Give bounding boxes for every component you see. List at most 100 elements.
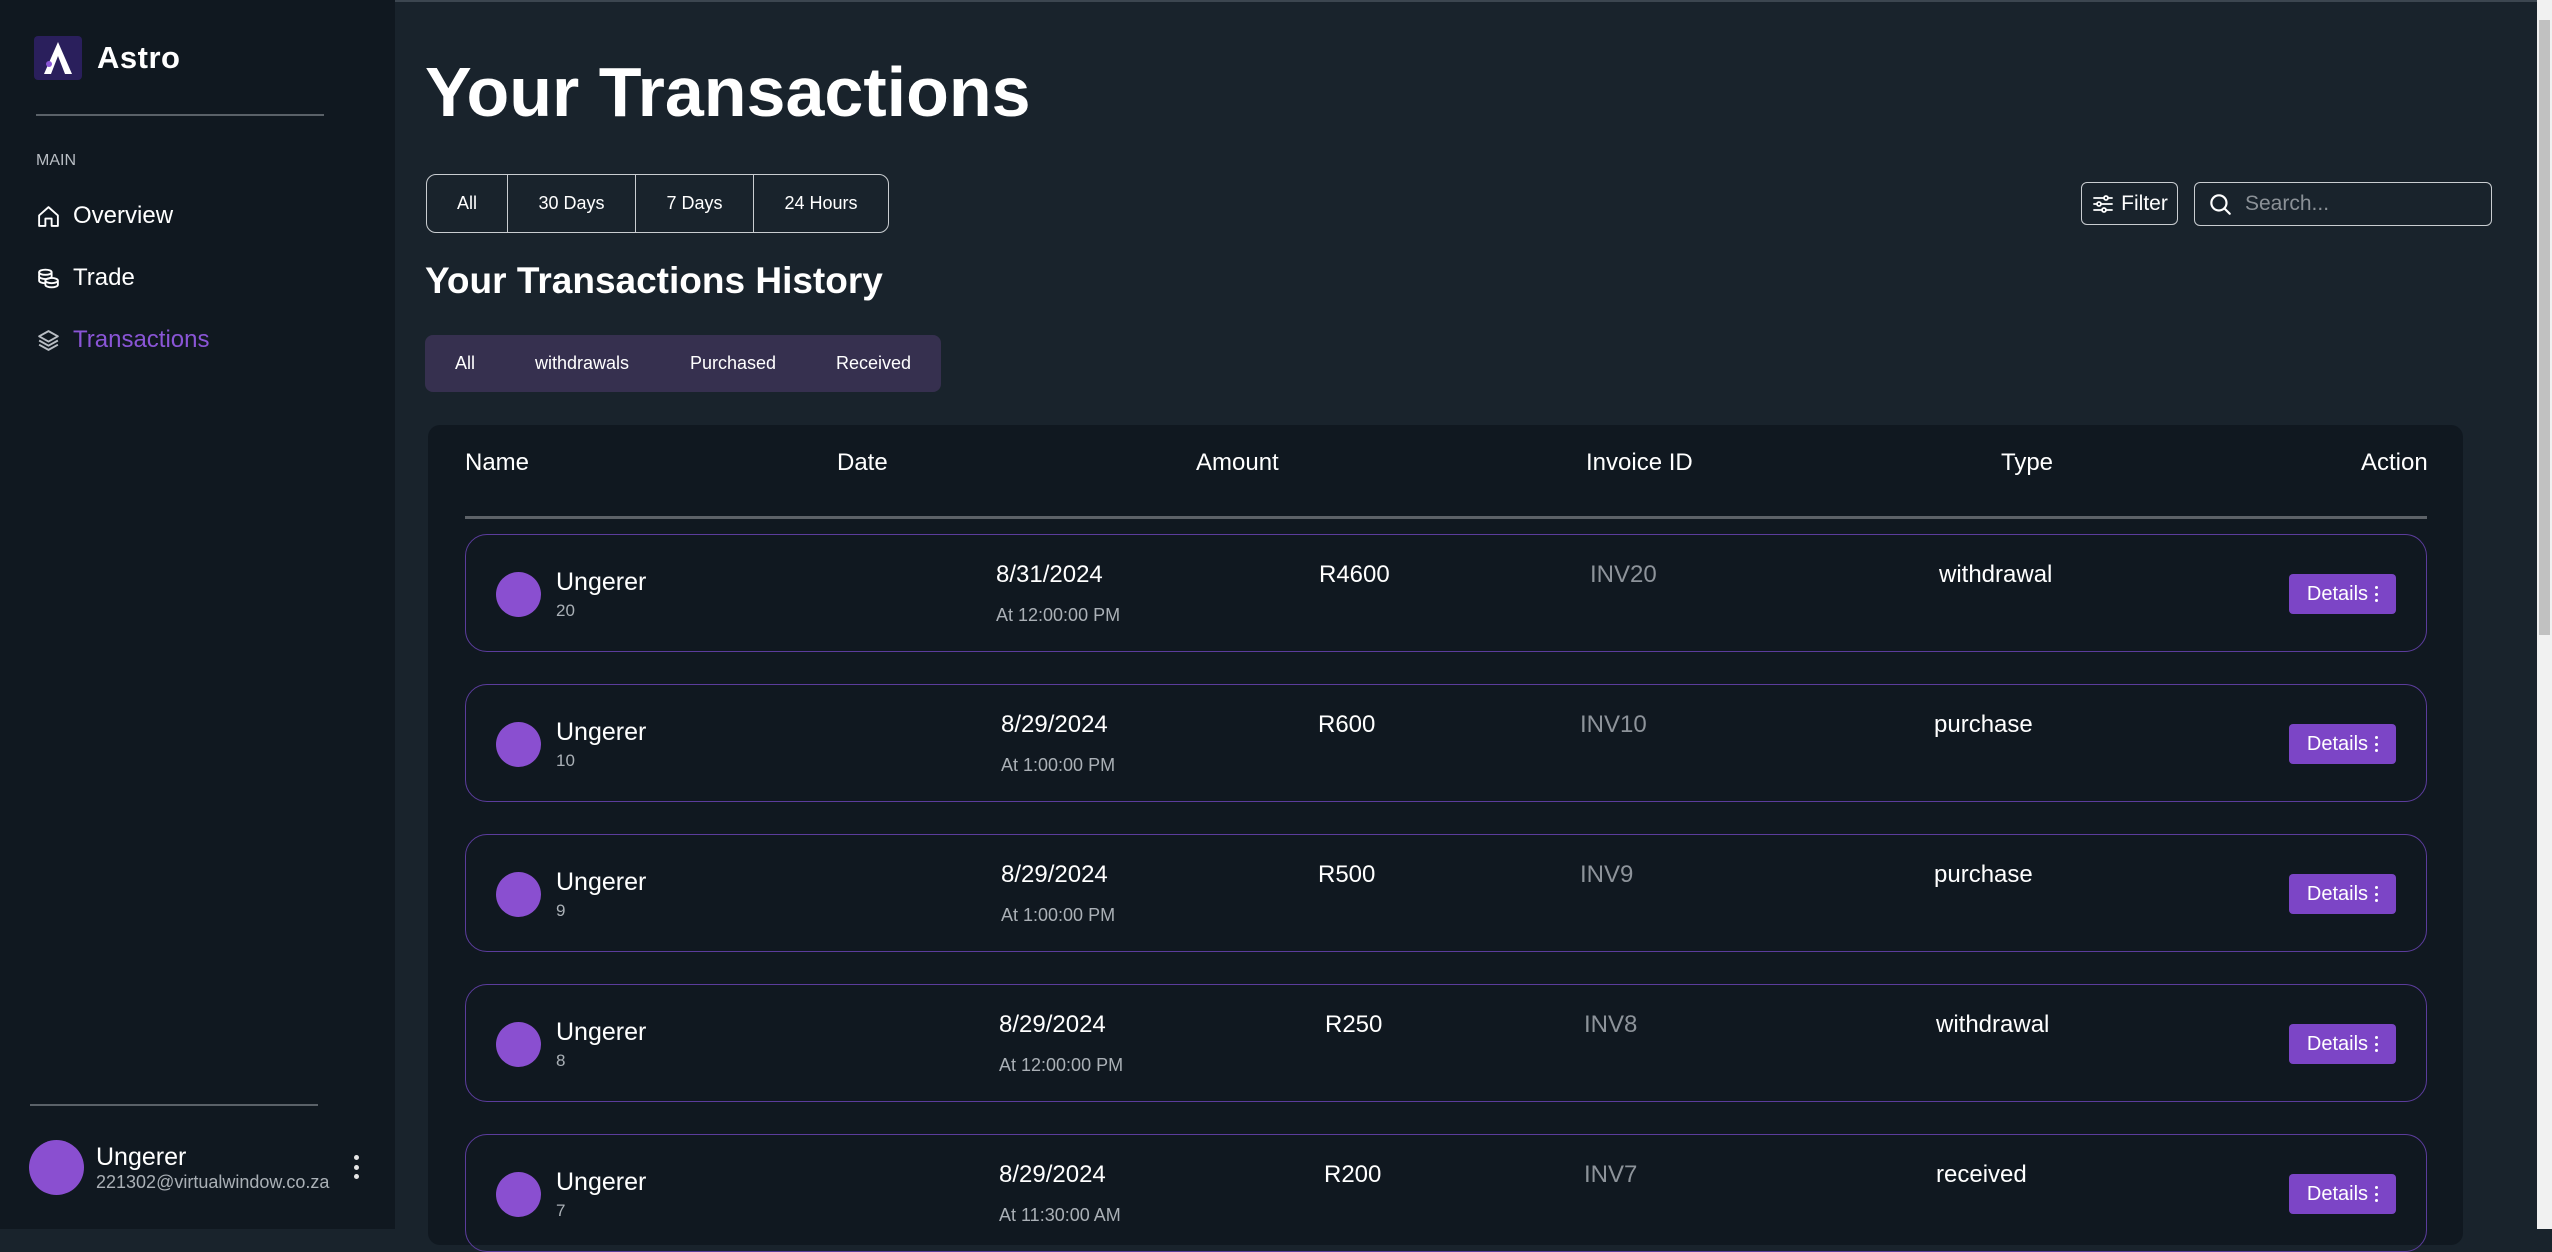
row-number: 8 (556, 1051, 566, 1070)
sidebar-item-label: Trade (73, 264, 135, 291)
kebab-icon (2375, 1186, 2379, 1202)
row-time: At 12:00:00 PM (996, 605, 1121, 625)
row-invoice-id: INV9 (1580, 861, 1634, 888)
row-time: At 1:00:00 PM (1001, 755, 1116, 775)
search-input[interactable] (2243, 191, 2477, 217)
row-invoice-id: INV7 (1584, 1161, 1638, 1188)
type-tab-withdrawals[interactable]: withdrawals (535, 353, 629, 374)
details-button[interactable]: Details (2289, 724, 2396, 764)
sidebar-item-label: Transactions (73, 326, 210, 353)
table-row: Ungerer 8 8/29/2024 At 12:00:00 PM R250 … (465, 984, 2427, 1102)
section-label: MAIN (36, 152, 76, 169)
row-time: At 11:30:00 AM (999, 1205, 1121, 1225)
brand[interactable]: Astro (34, 36, 180, 80)
table-row: Ungerer 9 8/29/2024 At 1:00:00 PM R500 I… (465, 834, 2427, 952)
row-date: 8/31/2024 (996, 561, 1103, 588)
details-label: Details (2306, 1182, 2369, 1205)
avatar (496, 1022, 541, 1067)
column-header-invoice-id: Invoice ID (1586, 449, 1693, 476)
details-button[interactable]: Details (2289, 874, 2396, 914)
row-amount: R4600 (1319, 561, 1390, 588)
range-tabs: All 30 Days 7 Days 24 Hours (426, 174, 889, 233)
sidebar-item-trade[interactable]: Trade (36, 264, 135, 292)
row-amount: R250 (1325, 1011, 1383, 1038)
column-header-date: Date (837, 449, 888, 476)
column-header-amount: Amount (1196, 449, 1279, 476)
details-label: Details (2306, 1032, 2369, 1055)
details-label: Details (2306, 732, 2369, 755)
type-tabs: All withdrawals Purchased Received (425, 335, 941, 392)
details-button[interactable]: Details (2289, 1174, 2396, 1214)
scrollbar-thumb[interactable] (2539, 20, 2550, 635)
range-tab-7-days[interactable]: 7 Days (636, 175, 754, 232)
kebab-icon (2375, 886, 2379, 902)
table-header-divider (465, 516, 2427, 519)
type-tab-all[interactable]: All (455, 353, 475, 374)
sliders-icon (2093, 194, 2114, 213)
filter-button[interactable]: Filter (2081, 182, 2178, 225)
row-date: 8/29/2024 (1001, 861, 1108, 888)
sidebar-divider (36, 114, 324, 116)
brand-name: Astro (97, 40, 181, 75)
row-invoice-id: INV20 (1590, 561, 1657, 588)
user-email: 221302@virtualwindow.co.za (96, 1171, 330, 1192)
filter-label: Filter (2121, 191, 2168, 215)
row-invoice-id: INV10 (1580, 711, 1647, 738)
user-name: Ungerer (96, 1142, 187, 1171)
coins-icon (38, 268, 59, 288)
type-tab-received[interactable]: Received (836, 353, 911, 374)
table-row: Ungerer 10 8/29/2024 At 1:00:00 PM R600 … (465, 684, 2427, 802)
sidebar-item-transactions[interactable]: Transactions (36, 326, 210, 354)
user-profile[interactable]: Ungerer 221302@virtualwindow.co.za (29, 1140, 329, 1195)
sidebar-item-label: Overview (73, 202, 174, 229)
avatar (29, 1140, 84, 1195)
details-label: Details (2306, 582, 2369, 605)
row-name: Ungerer (556, 718, 647, 746)
row-type: received (1936, 1161, 2027, 1188)
column-header-action: Action (2361, 449, 2428, 476)
row-number: 9 (556, 901, 566, 920)
row-time: At 12:00:00 PM (999, 1055, 1124, 1075)
row-name: Ungerer (556, 868, 647, 896)
details-button[interactable]: Details (2289, 574, 2396, 614)
row-type: withdrawal (1936, 1011, 2050, 1038)
avatar (496, 572, 541, 617)
avatar (496, 722, 541, 767)
row-date: 8/29/2024 (999, 1161, 1106, 1188)
range-tab-30-days[interactable]: 30 Days (508, 175, 636, 232)
row-amount: R200 (1324, 1161, 1382, 1188)
astro-logo-icon (34, 36, 82, 80)
row-name: Ungerer (556, 1018, 647, 1046)
table-row: Ungerer 20 8/31/2024 At 12:00:00 PM R460… (465, 534, 2427, 652)
row-amount: R500 (1318, 861, 1376, 888)
type-tab-purchased[interactable]: Purchased (690, 353, 776, 374)
row-amount: R600 (1318, 711, 1376, 738)
kebab-icon (2375, 1036, 2379, 1052)
column-header-type: Type (2001, 449, 2054, 476)
kebab-icon (2375, 736, 2379, 752)
sidebar-divider (30, 1104, 318, 1106)
row-type: purchase (1934, 711, 2033, 738)
row-type: withdrawal (1939, 561, 2053, 588)
avatar (496, 872, 541, 917)
search-icon (2210, 194, 2231, 215)
column-header-name: Name (465, 449, 530, 476)
sidebar-item-overview[interactable]: Overview (36, 202, 173, 230)
details-button[interactable]: Details (2289, 1024, 2396, 1064)
row-invoice-id: INV8 (1584, 1011, 1638, 1038)
row-type: purchase (1934, 861, 2033, 888)
range-tab-24-hours[interactable]: 24 Hours (754, 175, 888, 232)
row-time: At 1:00:00 PM (1001, 905, 1116, 925)
row-number: 20 (556, 601, 575, 620)
row-number: 7 (556, 1201, 566, 1220)
home-icon (38, 205, 59, 227)
page-title: Your Transactions (425, 53, 1031, 131)
layers-icon (38, 329, 59, 351)
row-date: 8/29/2024 (999, 1011, 1106, 1038)
user-menu-kebab-icon[interactable] (346, 1152, 366, 1182)
row-date: 8/29/2024 (1001, 711, 1108, 738)
search-box (2194, 182, 2492, 226)
table-row: Ungerer 7 8/29/2024 At 11:30:00 AM R200 … (465, 1134, 2427, 1252)
avatar (496, 1172, 541, 1217)
range-tab-all[interactable]: All (427, 175, 508, 232)
